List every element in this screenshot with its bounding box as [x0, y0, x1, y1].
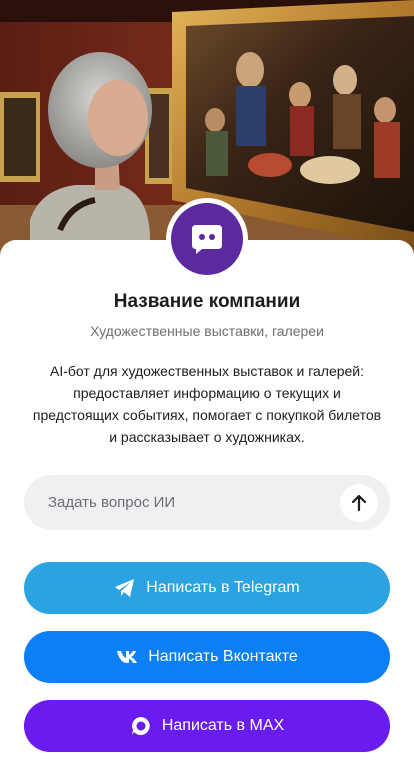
company-category: Художественные выставки, галереи [90, 323, 324, 339]
arrow-up-icon [351, 494, 367, 511]
vk-button-label: Написать Вконтакте [148, 648, 298, 665]
company-logo [171, 203, 243, 275]
telegram-button-label: Написать в Telegram [146, 579, 300, 596]
max-icon [130, 715, 152, 737]
max-button-label: Написать в MAX [161, 717, 285, 734]
telegram-button[interactable]: Написать в Telegram [24, 562, 390, 614]
send-button[interactable] [340, 483, 378, 522]
ask-ai-box [24, 475, 390, 530]
company-name: Название компании [113, 291, 301, 312]
chat-bot-icon [192, 225, 222, 254]
telegram-icon [114, 578, 136, 598]
logo-ring [166, 198, 248, 280]
company-description: AI-бот для художественных выставок и гал… [32, 363, 382, 445]
vk-button[interactable]: Написать Вконтакте [24, 631, 390, 683]
max-button[interactable]: Написать в MAX [24, 700, 390, 752]
ask-ai-input[interactable] [24, 475, 340, 530]
vk-icon [116, 650, 138, 664]
